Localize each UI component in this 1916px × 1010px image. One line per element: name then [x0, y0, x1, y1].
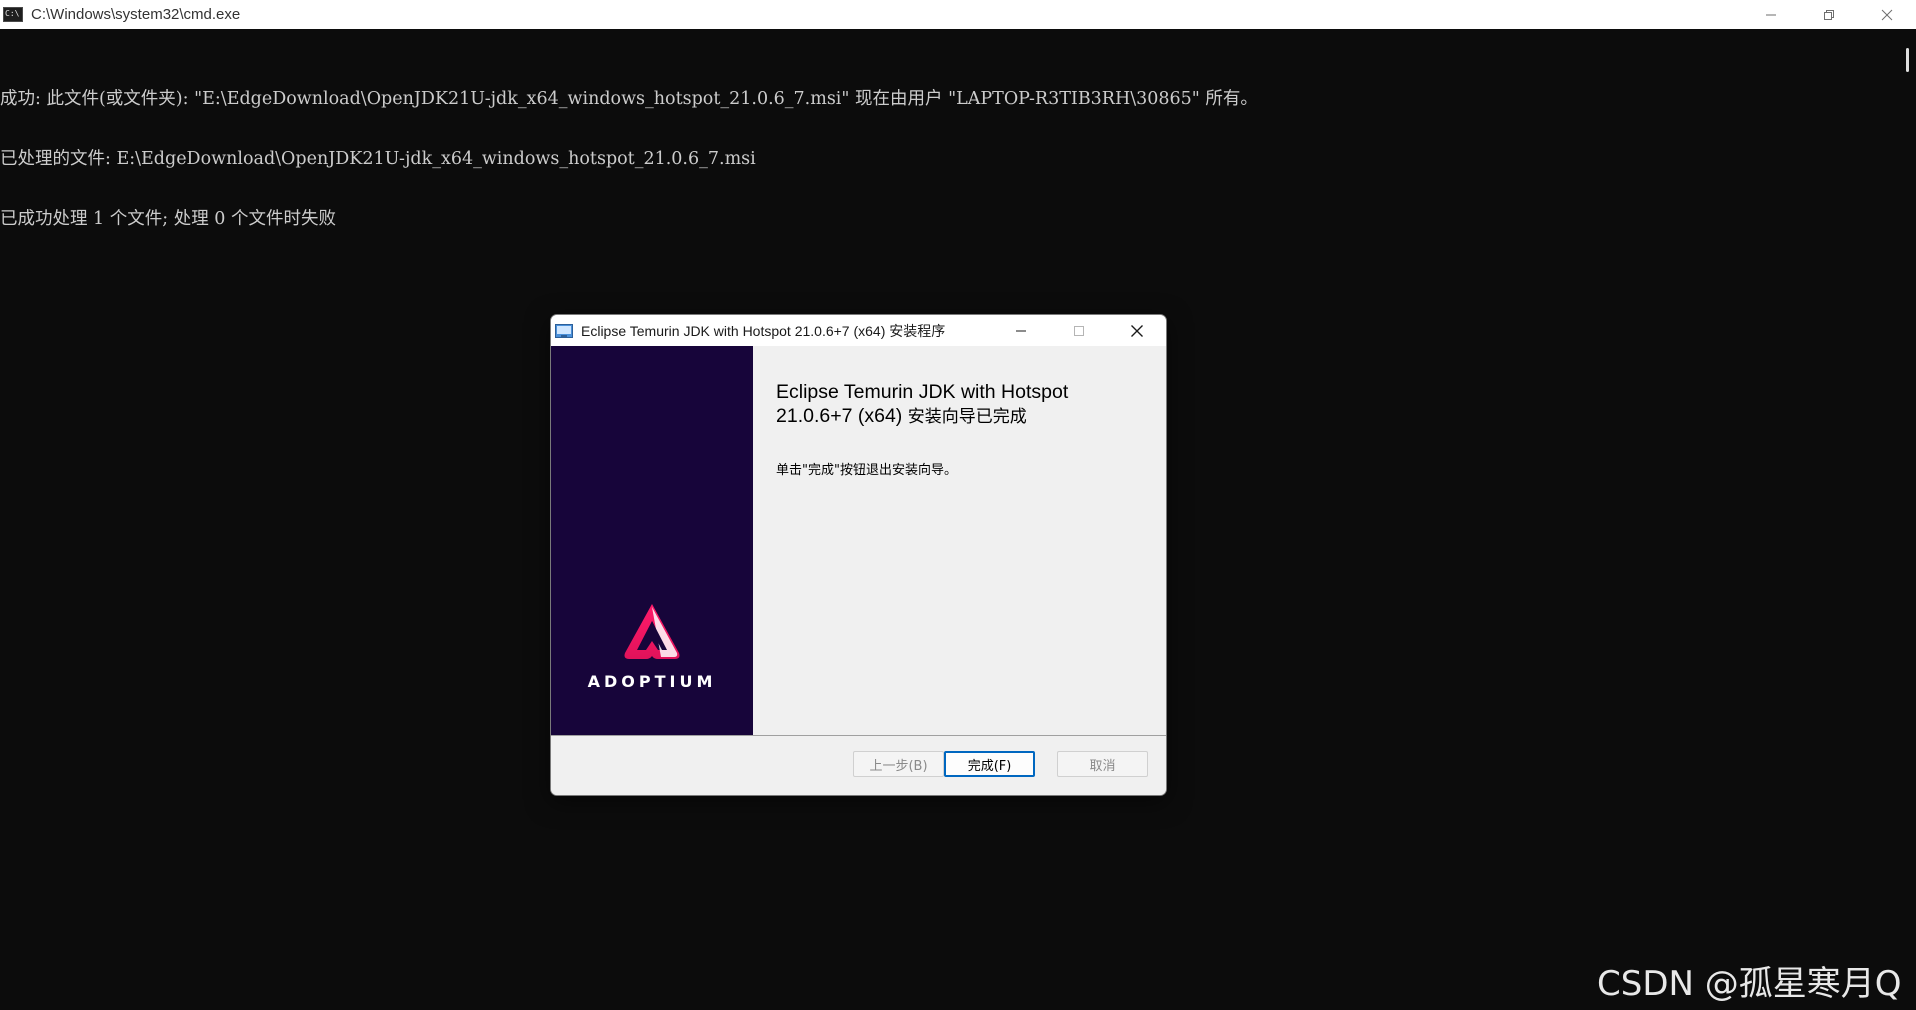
- csdn-watermark: CSDN @孤星寒月Q: [1597, 964, 1902, 1004]
- minimize-icon: [1766, 14, 1776, 15]
- completion-message: 单击"完成"按钮退出安装向导。: [776, 463, 957, 478]
- dialog-minimize-button[interactable]: [992, 315, 1050, 346]
- adoptium-logo-icon: [624, 604, 680, 659]
- console-line: 已成功处理 1 个文件; 处理 0 个文件时失败: [0, 209, 336, 229]
- close-icon: [1881, 9, 1893, 20]
- restore-icon: [1824, 9, 1834, 20]
- console-output[interactable]: 成功: 此文件(或文件夹): "E:\EdgeDownload\OpenJDK2…: [0, 49, 1890, 249]
- completion-heading: Eclipse Temurin JDK with Hotspot 21.0.6+…: [776, 380, 1156, 429]
- adoptium-wordmark: ADOPTIUM: [587, 672, 717, 691]
- minimize-button[interactable]: [1742, 0, 1800, 29]
- console-line: 已处理的文件: E:\EdgeDownload\OpenJDK21U-jdk_x…: [0, 149, 756, 169]
- heading-line-1: Eclipse Temurin JDK with Hotspot: [776, 381, 1069, 403]
- console-line: 成功: 此文件(或文件夹): "E:\EdgeDownload\OpenJDK2…: [0, 89, 1258, 109]
- dialog-close-button[interactable]: [1108, 315, 1166, 346]
- restore-button[interactable]: [1800, 0, 1858, 29]
- cmd-app-icon: [3, 7, 23, 22]
- heading-line-2: 21.0.6+7 (x64) 安装向导已完成: [776, 404, 1156, 429]
- installer-icon: [555, 323, 573, 338]
- console-titlebar: C:\Windows\system32\cmd.exe: [0, 0, 1916, 29]
- finish-button[interactable]: 完成(F): [944, 751, 1035, 777]
- window-controls: [1742, 0, 1916, 29]
- scrollbar-thumb[interactable]: [1906, 48, 1909, 72]
- heading-suffix: 安装向导已完成: [907, 407, 1027, 427]
- dialog-footer: 上一步(B) 完成(F) 取消: [551, 736, 1166, 795]
- maximize-icon: [1074, 325, 1084, 336]
- dialog-title: Eclipse Temurin JDK with Hotspot 21.0.6+…: [581, 322, 946, 339]
- dialog-sidebar-banner: ADOPTIUM: [551, 346, 753, 735]
- dialog-titlebar[interactable]: Eclipse Temurin JDK with Hotspot 21.0.6+…: [551, 315, 1166, 346]
- close-icon: [1131, 324, 1143, 337]
- dialog-content: Eclipse Temurin JDK with Hotspot 21.0.6+…: [753, 346, 1166, 735]
- window-title: C:\Windows\system32\cmd.exe: [31, 6, 241, 23]
- cancel-button[interactable]: 取消: [1057, 751, 1148, 777]
- close-window-button[interactable]: [1858, 0, 1916, 29]
- back-button[interactable]: 上一步(B): [853, 751, 944, 777]
- heading-version: 21.0.6+7 (x64): [776, 405, 903, 427]
- dialog-maximize-button[interactable]: [1050, 315, 1108, 346]
- dialog-controls: [992, 315, 1166, 346]
- minimize-icon: [1016, 330, 1026, 331]
- installer-dialog: Eclipse Temurin JDK with Hotspot 21.0.6+…: [550, 314, 1167, 796]
